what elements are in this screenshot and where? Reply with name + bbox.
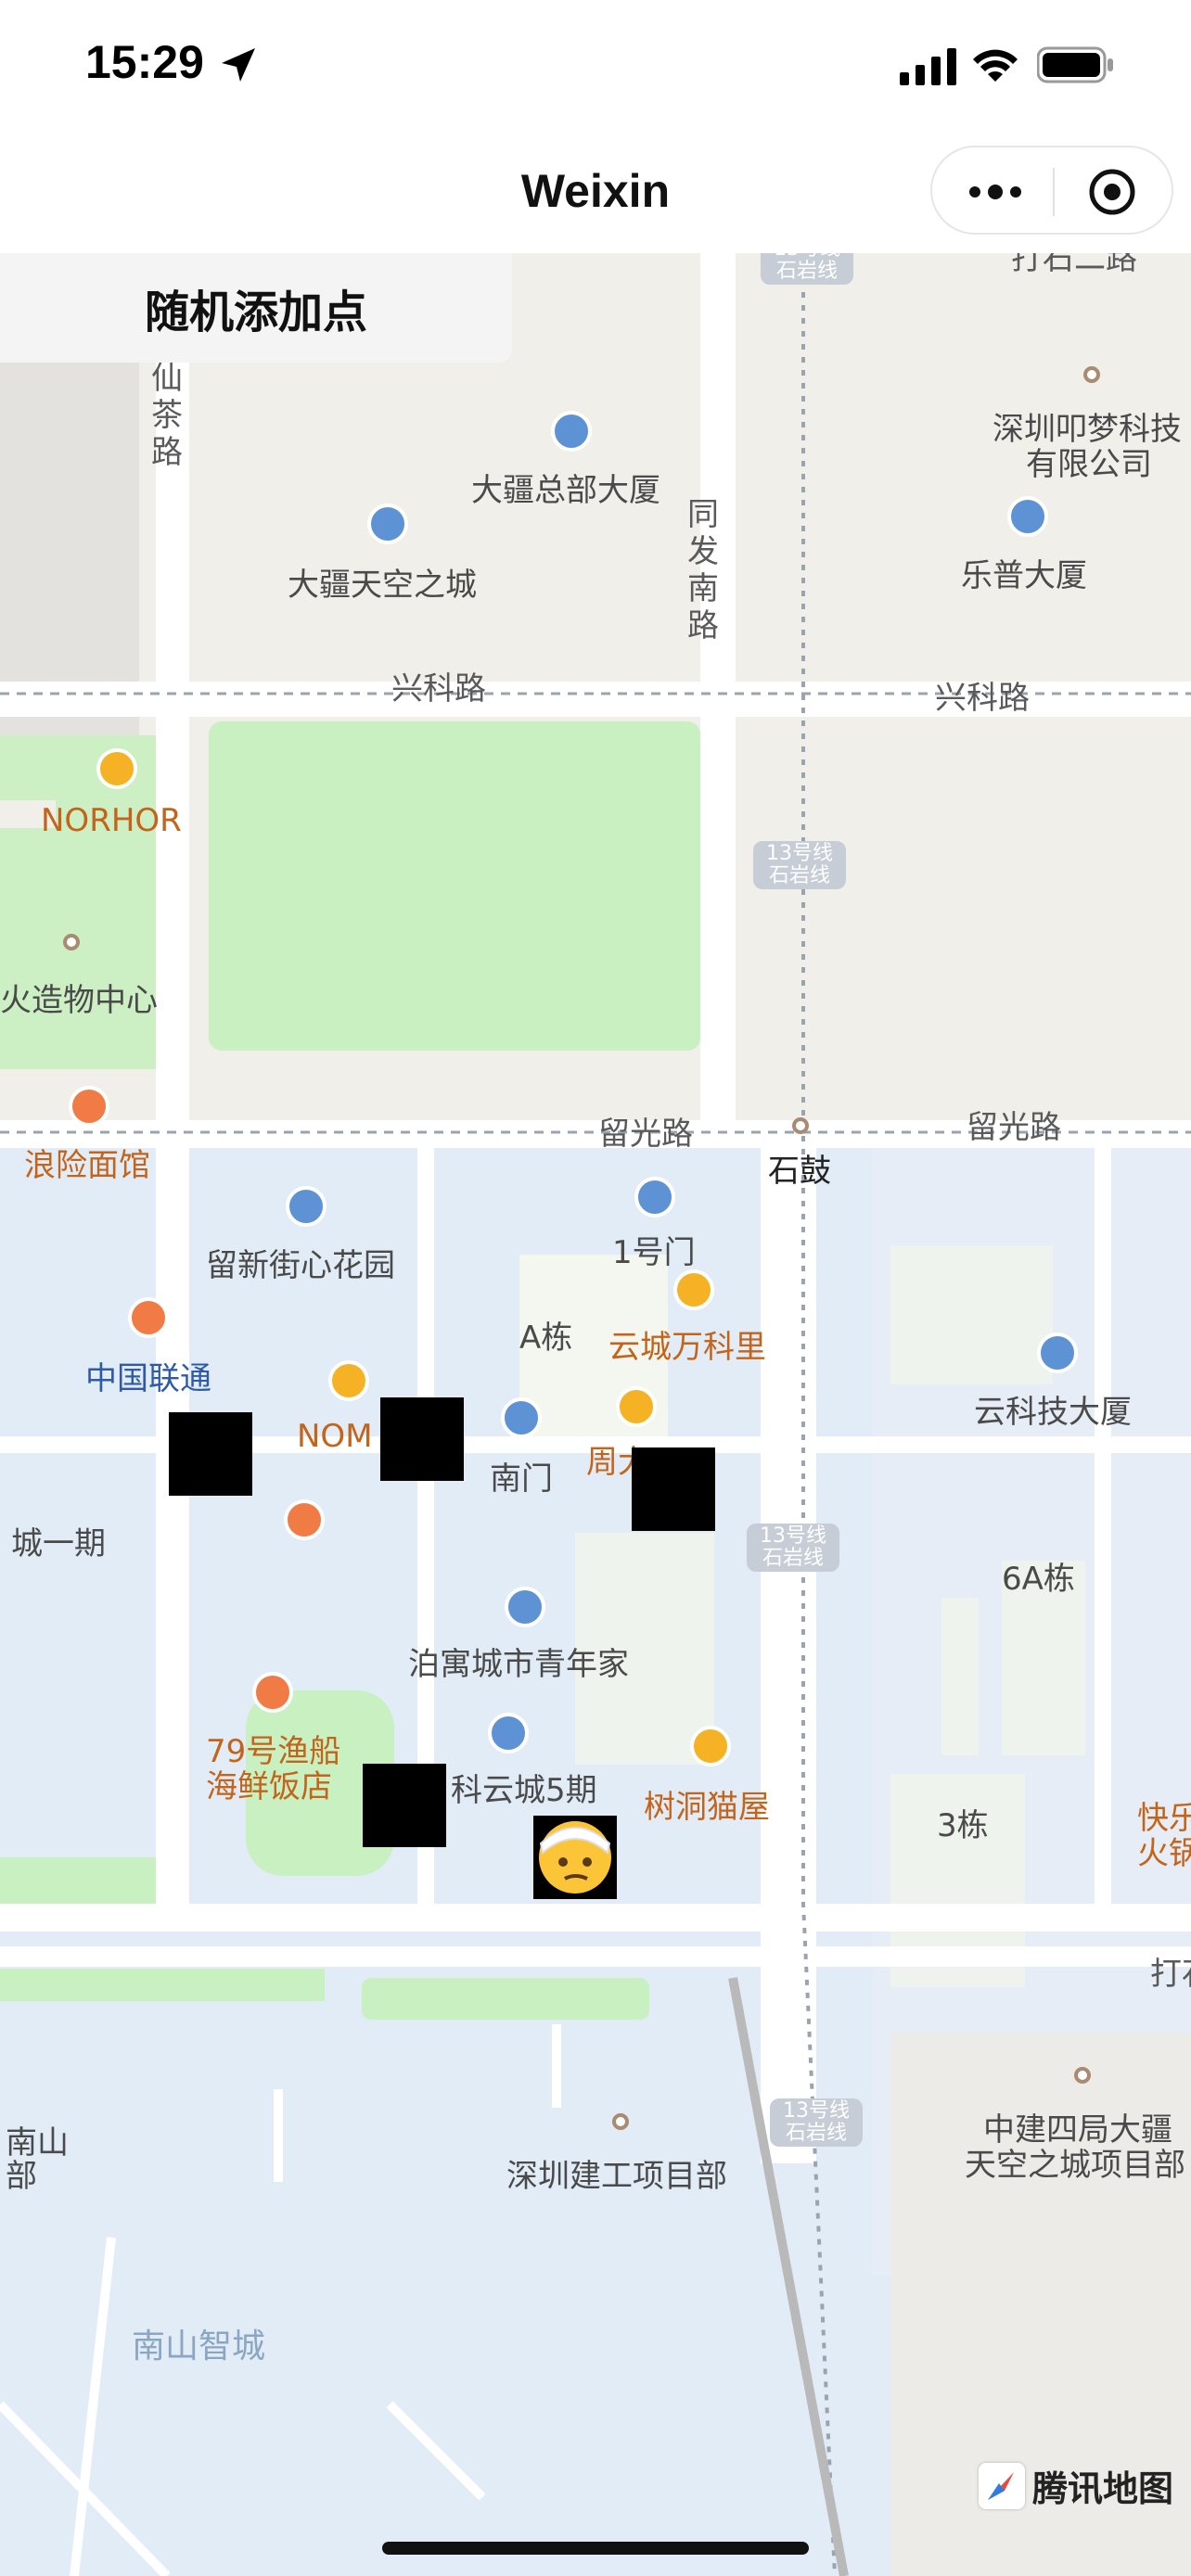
shop-icon	[673, 1269, 714, 1310]
unicom-logo-icon	[128, 1297, 169, 1338]
poi-label: 乐普大厦	[961, 557, 1087, 594]
metro-badge: 13号线石岩线	[770, 2098, 863, 2147]
poi-label: 浪险面馆	[24, 1147, 150, 1184]
home-icon	[367, 504, 408, 544]
poi-label: 3栋	[937, 1807, 989, 1844]
add-random-point-button[interactable]: 随机添加点	[0, 253, 512, 363]
poi-label: 树洞猫屋	[644, 1789, 770, 1826]
office-building-icon	[505, 1587, 545, 1627]
status-time: 15:29	[85, 36, 204, 88]
poi-label: NOM	[297, 1418, 373, 1455]
poi-label: 留新街心花园	[206, 1247, 395, 1284]
home-icon	[488, 1713, 529, 1753]
poi-label: 石鼓	[768, 1153, 831, 1190]
gate-icon	[501, 1397, 542, 1438]
shop-icon	[96, 748, 137, 789]
metro-badge: 13号线石岩线	[753, 841, 846, 889]
office-building-icon	[551, 411, 592, 452]
road-label-top-cut: 打石二路	[1011, 253, 1137, 277]
kfc-icon	[284, 1499, 325, 1540]
poi-label: 泊寓城市青年家	[408, 1646, 629, 1683]
poi-label: 6A栋	[1002, 1561, 1075, 1598]
shop-icon	[328, 1360, 369, 1401]
road-label-xingke-west: 兴科路	[391, 670, 486, 708]
map-marker[interactable]	[169, 1412, 252, 1496]
poi-label: 有限公司	[1026, 446, 1152, 483]
map-marker[interactable]	[380, 1397, 464, 1481]
poi-label: 深圳建工项目部	[506, 2158, 727, 2195]
gate-icon	[634, 1177, 675, 1218]
poi-label: 大疆总部大厦	[471, 472, 660, 509]
poi-dot-icon	[63, 934, 80, 950]
poi-label: 南门	[490, 1460, 553, 1498]
poi-dot-icon	[612, 2113, 629, 2130]
restaurant-icon	[252, 1672, 293, 1713]
map-marker[interactable]	[363, 1764, 446, 1847]
tencent-maps-label: 腾讯地图	[1032, 2468, 1174, 2509]
location-arrow-icon	[222, 48, 255, 82]
office-building-icon	[1037, 1333, 1078, 1373]
navigation-bar: Weixin	[0, 134, 1191, 253]
road-label-right-cut: 打石	[1150, 1956, 1191, 1993]
poi-dot-icon	[1083, 366, 1100, 383]
close-target-icon[interactable]	[1088, 168, 1136, 216]
poi-label: 部	[6, 2158, 37, 2195]
poi-label: 海鲜饭店	[206, 1768, 332, 1805]
road-label-tongfa-south: 同发南路	[687, 496, 719, 644]
road-label-liuguang-east: 留光路	[967, 1109, 1061, 1146]
cellular-signal-icon	[900, 48, 956, 85]
tencent-maps-logo: 腾讯地图	[979, 2460, 1173, 2511]
metro-badge: 13号线石岩线	[747, 1524, 839, 1572]
more-icon[interactable]	[967, 179, 1023, 205]
poi-label: 科云城5期	[451, 1772, 597, 1809]
battery-icon	[1037, 46, 1113, 83]
poi-label: 云城万科里	[608, 1329, 766, 1366]
shop-icon	[616, 1386, 657, 1427]
poi-label: 天空之城项目部	[965, 2147, 1185, 2184]
map-marker[interactable]	[632, 1447, 715, 1531]
poi-label: 1号门	[612, 1234, 696, 1271]
road-label-xingke-east: 兴科路	[935, 680, 1030, 717]
capsule-divider	[1053, 168, 1055, 216]
poi-label: NORHOR	[41, 802, 182, 839]
mini-program-capsule	[930, 146, 1173, 235]
road-label-liuguang-west: 留光路	[598, 1116, 693, 1153]
home-icon	[286, 1186, 327, 1227]
poi-label: 火锅	[1137, 1835, 1191, 1872]
restaurant-icon	[69, 1086, 109, 1127]
tencent-maps-compass-icon	[979, 2462, 1025, 2509]
road-label-xiancha: 仙茶路	[151, 360, 183, 471]
home-indicator[interactable]	[382, 2542, 809, 2555]
map-view[interactable]: 兴科路 兴科路 留光路 留光路 仙茶路 同发南路 打石二路 打石 13号线石岩线…	[0, 253, 1191, 2576]
poi-label: 云科技大厦	[974, 1394, 1132, 1431]
poi-label: 中国联通	[85, 1360, 211, 1397]
bandage-icon	[539, 1827, 611, 1881]
station-dot-icon	[792, 1117, 809, 1134]
wifi-icon	[973, 49, 1018, 82]
status-bar: 15:29	[0, 0, 1191, 134]
poi-label: 南山智城	[132, 2327, 266, 2366]
face-with-bandage-marker-icon[interactable]	[533, 1816, 617, 1899]
poi-label: 大疆天空之城	[288, 567, 477, 604]
poi-label: A栋	[519, 1320, 573, 1357]
shop-icon	[690, 1726, 731, 1766]
office-building-icon	[1007, 496, 1048, 537]
poi-dot-icon	[1074, 2067, 1091, 2084]
metro-badge: 13号线石岩线	[761, 253, 853, 285]
poi-label: 火造物中心	[0, 982, 158, 1019]
poi-label: 城一期	[11, 1525, 106, 1562]
